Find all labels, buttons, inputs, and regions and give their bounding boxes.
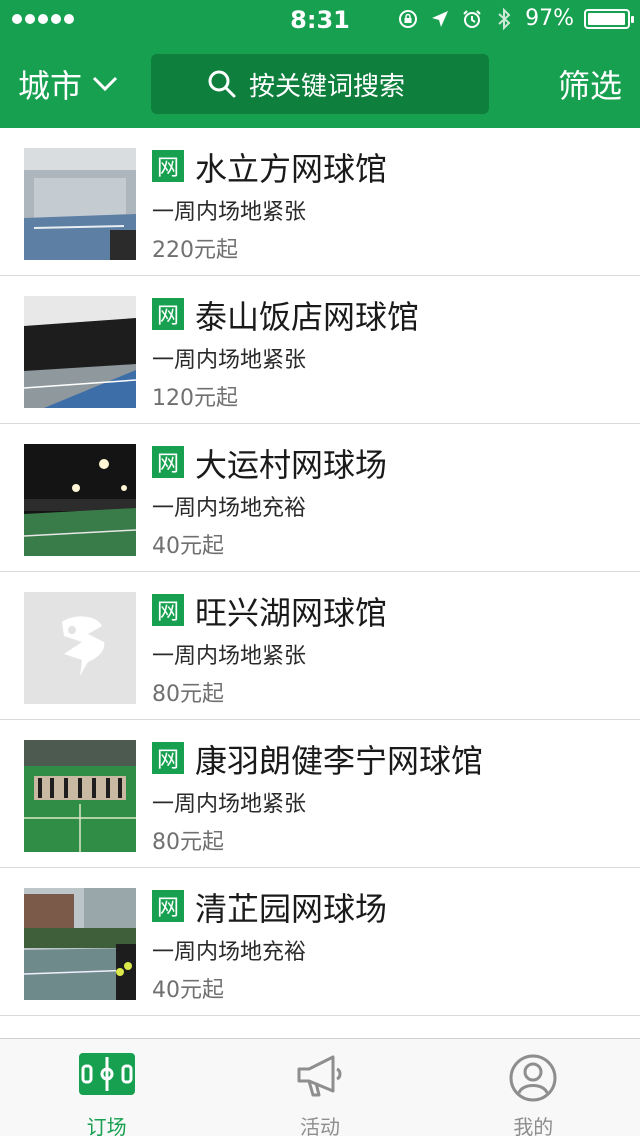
tab-activities[interactable]: 活动 — [213, 1039, 426, 1136]
bluetooth-icon — [493, 7, 515, 30]
tennis-badge: 网 — [152, 594, 184, 626]
battery-icon — [584, 8, 634, 29]
venue-name: 水立方网球馆 — [195, 150, 388, 188]
venue-availability: 一周内场地紧张 — [152, 644, 307, 669]
city-selector[interactable]: 城市 — [18, 60, 118, 108]
tennis-badge: 网 — [152, 742, 184, 774]
tennis-badge: 网 — [152, 298, 184, 330]
venue-price: 40元起 — [152, 534, 224, 559]
search-input[interactable]: 按关键词搜索 — [151, 54, 489, 114]
tab-label: 我的 — [513, 1115, 554, 1136]
city-label: 城市 — [18, 67, 83, 105]
venue-price: 120元起 — [152, 386, 238, 411]
venue-price: 80元起 — [152, 682, 224, 707]
battery-percent: 97% — [525, 6, 574, 31]
tab-label: 活动 — [299, 1115, 340, 1136]
venue-item[interactable]: 网 泰山饭店网球馆 一周内场地紧张 120元起 — [0, 276, 640, 424]
battery-level — [588, 12, 625, 25]
venue-list: 网 水立方网球馆 一周内场地紧张 220元起 网 泰山饭店网球馆 一周内场地紧张… — [0, 128, 640, 1038]
location-arrow-icon — [429, 8, 451, 30]
venue-photo — [24, 296, 136, 408]
venue-availability: 一周内场地紧张 — [152, 792, 307, 817]
user-icon — [509, 1054, 557, 1102]
tab-booking[interactable]: 订场 — [0, 1039, 213, 1136]
court-icon — [78, 1053, 135, 1095]
venue-item[interactable]: 网 大运村网球场 一周内场地充裕 40元起 — [0, 424, 640, 572]
venue-name: 康羽朗健李宁网球馆 — [195, 742, 484, 780]
venue-price: 220元起 — [152, 238, 238, 263]
venue-price: 40元起 — [152, 978, 224, 1003]
megaphone-icon — [297, 1055, 342, 1097]
tab-label: 订场 — [86, 1115, 127, 1136]
venue-item[interactable]: 网 水立方网球馆 一周内场地紧张 220元起 — [0, 128, 640, 276]
chevron-down-icon — [92, 76, 118, 92]
tab-bar: 订场 活动 我的 — [0, 1038, 640, 1136]
filter-button[interactable]: 筛选 — [558, 60, 622, 108]
venue-name: 旺兴湖网球馆 — [195, 594, 388, 632]
placeholder-logo-icon — [24, 592, 136, 704]
venue-name: 大运村网球场 — [195, 446, 388, 484]
rotation-lock-icon — [397, 8, 419, 30]
search-icon — [208, 70, 236, 98]
nav-bar: 城市 按关键词搜索 筛选 — [0, 40, 640, 128]
search-placeholder: 按关键词搜索 — [249, 71, 406, 102]
venue-availability: 一周内场地紧张 — [152, 200, 307, 225]
venue-item[interactable]: 网 康羽朗健李宁网球馆 一周内场地紧张 80元起 — [0, 720, 640, 868]
venue-name: 泰山饭店网球馆 — [195, 298, 420, 336]
tennis-badge: 网 — [152, 150, 184, 182]
header: 8:31 97% 城市 按关键词搜索 筛选 — [0, 0, 640, 128]
venue-photo — [24, 148, 136, 260]
venue-name: 清芷园网球场 — [195, 890, 388, 928]
tennis-badge: 网 — [152, 890, 184, 922]
alarm-icon — [461, 8, 483, 30]
venue-photo — [24, 740, 136, 852]
venue-photo — [24, 888, 136, 1000]
tab-profile[interactable]: 我的 — [427, 1039, 640, 1136]
status-bar: 8:31 97% — [0, 0, 640, 40]
tennis-badge: 网 — [152, 446, 184, 478]
venue-item[interactable]: 网 清芷园网球场 一周内场地充裕 40元起 — [0, 868, 640, 1016]
venue-availability: 一周内场地充裕 — [152, 940, 307, 965]
venue-item[interactable]: 网 旺兴湖网球馆 一周内场地紧张 80元起 — [0, 572, 640, 720]
venue-price: 80元起 — [152, 830, 224, 855]
venue-availability: 一周内场地充裕 — [152, 496, 307, 521]
venue-availability: 一周内场地紧张 — [152, 348, 307, 373]
venue-photo — [24, 444, 136, 556]
